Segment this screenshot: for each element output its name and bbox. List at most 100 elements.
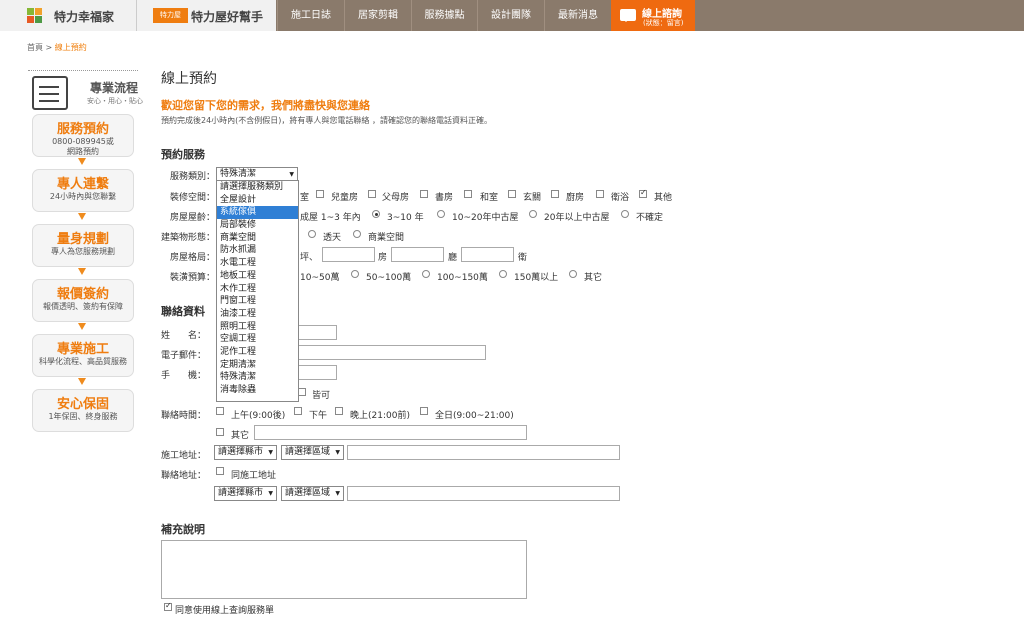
contact-time-label: 聯絡時間： [161, 411, 207, 421]
email-label: 電子郵件： [161, 351, 207, 361]
option-commercial-space[interactable]: 商業空間 [217, 232, 298, 245]
step-arrow [78, 213, 86, 220]
breadcrumb-current: 線上預約 [54, 43, 87, 52]
space-entrance-checkbox[interactable] [508, 190, 516, 198]
brand-name: 特力幸福家 [54, 10, 115, 24]
option-masonry[interactable]: 泥作工程 [217, 346, 298, 359]
budget-150plus-radio[interactable] [499, 270, 507, 278]
option-waterproofing[interactable]: 防水抓漏 [217, 244, 298, 257]
service-type-dropdown[interactable]: 請選擇服務類別 全屋設計 系統傢俱 局部裝修 商業空間 防水抓漏 水電工程 地板… [216, 180, 299, 402]
helper-name: 特力屋好幫手 [191, 10, 264, 24]
space-kitchen-checkbox[interactable] [551, 190, 559, 198]
phone-input[interactable] [298, 365, 337, 380]
tlw-logo-icon [27, 8, 43, 24]
layout-ping-unit: 坪、 [300, 253, 319, 263]
time-afternoon-label: 下午 [309, 411, 328, 421]
option-painting[interactable]: 油漆工程 [217, 308, 298, 321]
nav-home-clips[interactable]: 居家剪輯 [344, 0, 411, 31]
space-bathroom-checkbox[interactable] [596, 190, 604, 198]
notes-textarea[interactable] [161, 540, 527, 599]
option-doors-windows[interactable]: 門窗工程 [217, 295, 298, 308]
brand-tlw-home[interactable]: 特力幸福家 [0, 0, 137, 31]
site-address-input[interactable] [347, 445, 620, 460]
option-regular-cleaning[interactable]: 定期清潔 [217, 359, 298, 372]
option-plumbing-electric[interactable]: 水電工程 [217, 257, 298, 270]
step-construction: 專業施工 科學化流程、高品質服務 [32, 334, 134, 377]
site-city-select[interactable]: 請選擇縣市 [214, 445, 277, 460]
sidebar-divider [28, 70, 138, 71]
time-afternoon-checkbox[interactable] [294, 407, 302, 415]
service-type-label: 服務類別： [170, 172, 216, 182]
age-10-20-radio[interactable] [437, 210, 445, 218]
top-navigation-bar: 特力幸福家 特力屋 特力屋好幫手 施工日誌 居家剪輯 服務據點 設計團隊 最新消… [0, 0, 1024, 31]
same-address-checkbox[interactable] [216, 467, 224, 475]
option-air-conditioning[interactable]: 空調工程 [217, 333, 298, 346]
layout-rooms-unit: 房 [378, 253, 388, 263]
option-pest-control[interactable]: 消毒除蟲 [217, 384, 298, 397]
option-lighting[interactable]: 照明工程 [217, 321, 298, 334]
step-arrow [78, 323, 86, 330]
time-morning-label: 上午(9:00後) [231, 411, 286, 421]
agree-label: 同意使用線上查詢服務單 [175, 606, 275, 616]
budget-100-150-radio[interactable] [422, 270, 430, 278]
any-time-checkbox[interactable] [298, 388, 306, 396]
section-contact-info: 聯絡資料 [161, 305, 205, 318]
age-20plus-label: 20年以上中古屋 [544, 213, 610, 223]
time-evening-checkbox[interactable] [335, 407, 343, 415]
space-kids-room-checkbox[interactable] [316, 190, 324, 198]
mail-district-select[interactable]: 請選擇區域 [281, 486, 344, 501]
age-unknown-radio[interactable] [621, 210, 629, 218]
nav-design-team[interactable]: 設計團隊 [477, 0, 544, 31]
time-allday-checkbox[interactable] [420, 407, 428, 415]
budget-50-100-radio[interactable] [351, 270, 359, 278]
breadcrumb-home[interactable]: 首頁 [27, 43, 43, 52]
site-district-select[interactable]: 請選擇區域 [281, 445, 344, 460]
space-other-checkbox[interactable] [639, 188, 647, 198]
section-additional-notes: 補充說明 [161, 523, 205, 536]
house-layout-label: 房屋格局： [170, 253, 216, 263]
chat-status: (狀態：留言) [643, 19, 684, 27]
mail-address-input[interactable] [347, 486, 620, 501]
name-label: 姓 名： [161, 331, 207, 341]
layout-living-input[interactable] [391, 247, 444, 262]
step-arrow [78, 378, 86, 385]
building-commercial-radio[interactable] [353, 230, 361, 238]
building-townhouse-radio[interactable] [308, 230, 316, 238]
same-address-label: 同施工地址 [231, 471, 277, 481]
option-carpentry[interactable]: 木作工程 [217, 283, 298, 296]
nav-construction-log[interactable]: 施工日誌 [277, 0, 344, 31]
nav-news[interactable]: 最新消息 [544, 0, 611, 31]
building-townhouse-label: 透天 [323, 233, 342, 243]
option-select-prompt[interactable]: 請選擇服務類別 [217, 181, 298, 194]
option-whole-house[interactable]: 全屋設計 [217, 194, 298, 207]
time-morning-checkbox[interactable] [216, 407, 224, 415]
budget-10-50-label: 10~50萬 [300, 273, 340, 283]
brand-helper-home[interactable]: 特力屋 特力屋好幫手 [137, 0, 276, 31]
email-input[interactable] [298, 345, 486, 360]
option-flooring[interactable]: 地板工程 [217, 270, 298, 283]
clipboard-icon [32, 76, 68, 110]
option-special-cleaning[interactable]: 特殊清潔 [217, 371, 298, 384]
space-tatami-checkbox[interactable] [464, 190, 472, 198]
option-partial-renovation[interactable]: 局部裝修 [217, 219, 298, 232]
agree-checkbox[interactable] [164, 601, 172, 611]
space-study-label: 書房 [435, 193, 454, 203]
age-20plus-radio[interactable] [529, 210, 537, 218]
option-system-furniture[interactable]: 系統傢俱 [217, 206, 298, 220]
time-other-checkbox[interactable] [216, 428, 224, 436]
age-unknown-label: 不確定 [636, 213, 664, 223]
online-chat-button[interactable]: 線上諮詢 (狀態：留言) [611, 0, 695, 31]
layout-bath-input[interactable] [461, 247, 514, 262]
age-3-10-radio[interactable] [372, 210, 380, 218]
mail-city-select[interactable]: 請選擇縣市 [214, 486, 277, 501]
space-study-checkbox[interactable] [420, 190, 428, 198]
space-parents-room-checkbox[interactable] [368, 190, 376, 198]
layout-rooms-input[interactable] [322, 247, 375, 262]
name-input[interactable] [298, 325, 337, 340]
nav-service-points[interactable]: 服務據點 [411, 0, 477, 31]
budget-50-100-label: 50~100萬 [366, 273, 412, 283]
building-commercial-label: 商業空間 [368, 233, 405, 243]
time-other-input[interactable] [254, 425, 527, 440]
budget-other-radio[interactable] [569, 270, 577, 278]
budget-100-150-label: 100~150萬 [437, 273, 488, 283]
